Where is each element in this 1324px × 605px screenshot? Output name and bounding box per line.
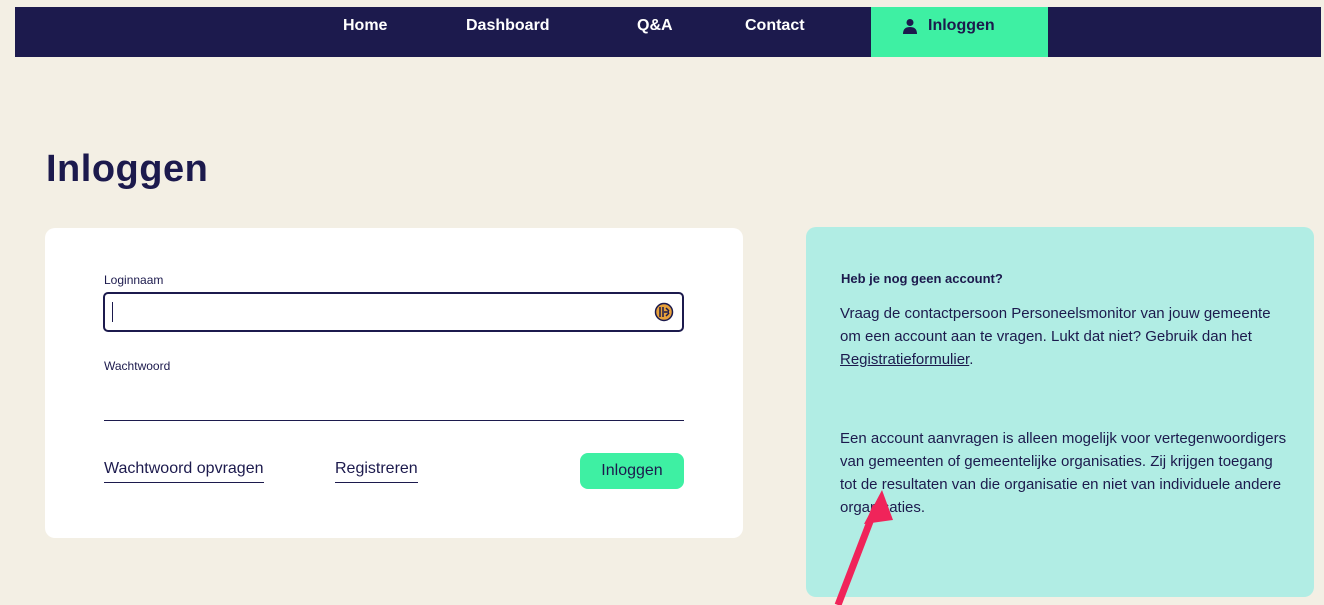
nav-login-link[interactable]: Inloggen [871,7,1048,57]
info-paragraph-request-end: . [969,351,974,368]
forgot-password-link[interactable]: Wachtwoord opvragen [104,460,264,483]
text-caret [112,302,113,322]
password-input[interactable] [104,391,684,421]
main-navbar: Home Dashboard Q&A Contact Inloggen [15,7,1321,57]
user-icon [903,19,917,34]
username-input[interactable] [103,292,684,332]
login-button[interactable]: Inloggen [580,453,684,489]
register-link[interactable]: Registreren [335,460,418,483]
password-label: Wachtwoord [104,359,171,373]
info-paragraph-eligibility: Een account aanvragen is alleen mogelijk… [840,430,1287,516]
password-manager-icon[interactable] [654,302,674,322]
info-paragraph-request: Vraag de contactpersoon Personeelsmonito… [840,302,1290,371]
nav-login-label: Inloggen [928,17,995,34]
nav-dashboard-link[interactable]: Dashboard [466,7,550,57]
no-account-info-panel: Heb je nog geen account? Vraag de contac… [806,227,1314,597]
nav-home-link[interactable]: Home [343,7,387,57]
info-heading: Heb je nog geen account? [841,271,1003,286]
info-paragraph-request-text: Vraag de contactpersoon Personeelsmonito… [840,305,1271,345]
username-label: Loginnaam [104,273,164,287]
page-title: Inloggen [46,148,209,190]
registration-form-link[interactable]: Registratieformulier [840,351,969,368]
login-form-card: Loginnaam Wachtwoord Wachtwoord opvragen… [45,228,743,538]
nav-qa-link[interactable]: Q&A [637,7,673,57]
nav-contact-link[interactable]: Contact [745,7,805,57]
